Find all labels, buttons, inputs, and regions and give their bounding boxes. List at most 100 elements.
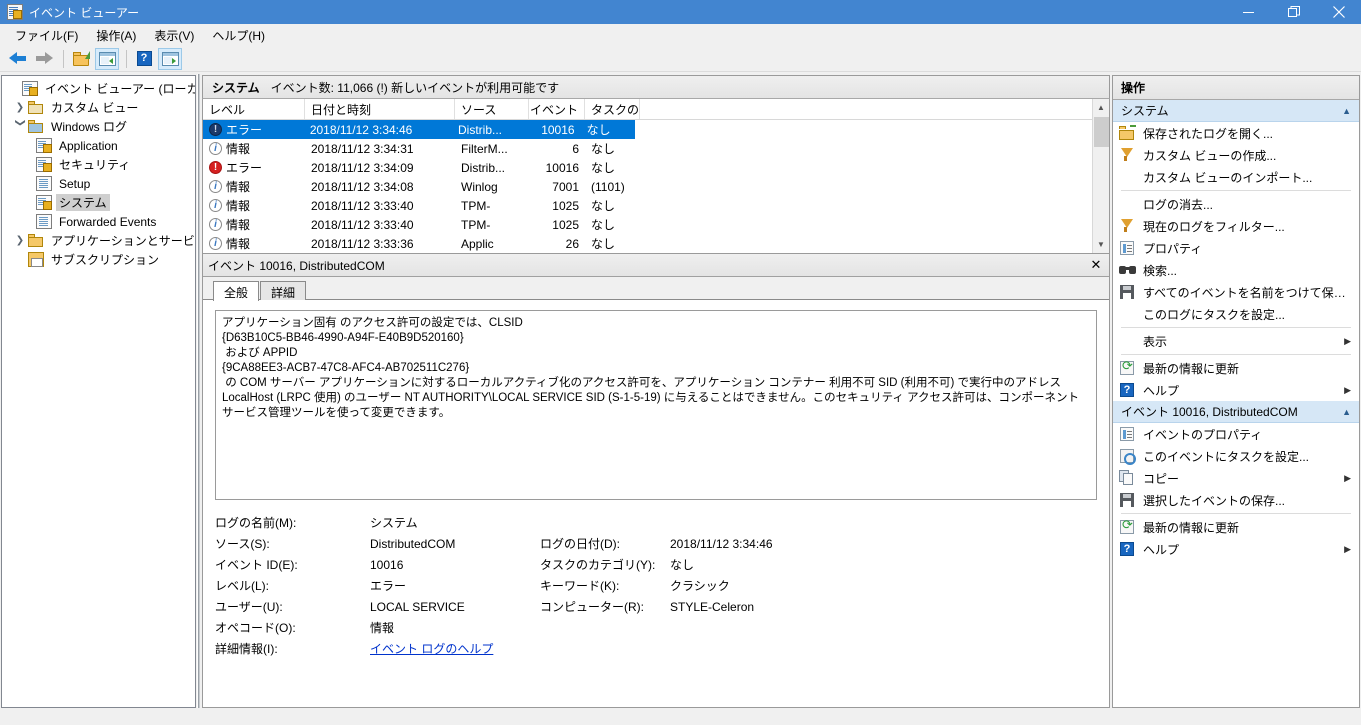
action-refresh-event[interactable]: 最新の情報に更新 xyxy=(1113,516,1359,538)
forward-button[interactable] xyxy=(32,48,56,70)
close-icon[interactable]: ✕ xyxy=(1083,254,1109,276)
action-attach-task-to-log[interactable]: このログにタスクを設定... xyxy=(1113,303,1359,325)
event-log-help-link[interactable]: イベント ログのヘルプ xyxy=(370,640,493,657)
chevron-right-icon[interactable]: ❯ xyxy=(12,235,28,246)
menu-file[interactable]: ファイル(F) xyxy=(6,25,87,46)
field-label-logged: ログの日付(D): xyxy=(540,537,620,551)
close-button[interactable] xyxy=(1316,0,1361,24)
cell-source: Distrib... xyxy=(461,160,506,175)
menu-help[interactable]: ヘルプ(H) xyxy=(203,25,274,46)
action-label: 選択したイベントの保存... xyxy=(1143,493,1286,508)
scroll-up-icon[interactable]: ▲ xyxy=(1093,99,1110,116)
action-import-custom-view[interactable]: カスタム ビューのインポート... xyxy=(1113,166,1359,188)
action-properties[interactable]: プロパティ xyxy=(1113,237,1359,259)
tree-item-security[interactable]: セキュリティ xyxy=(2,155,195,174)
tree-item-forwarded-events[interactable]: Forwarded Events xyxy=(2,212,195,231)
chevron-up-icon[interactable]: ▲ xyxy=(1342,106,1351,116)
tab-general[interactable]: 全般 xyxy=(213,281,260,301)
tree-item-subscriptions[interactable]: サブスクリプション xyxy=(2,250,195,269)
action-create-custom-view[interactable]: カスタム ビューの作成... xyxy=(1113,144,1359,166)
cell-level: 情報 xyxy=(226,218,251,232)
action-label: イベントのプロパティ xyxy=(1143,427,1263,442)
table-row[interactable]: ! エラー 2018/11/12 3:34:46 Distrib... 1001… xyxy=(203,120,635,139)
table-row[interactable]: i 情報 2018/11/12 3:33:36 Applic 26 なし xyxy=(203,234,1092,253)
action-event-properties[interactable]: イベントのプロパティ xyxy=(1113,423,1359,445)
table-row[interactable]: i 情報 2018/11/12 3:33:40 TPM- 1025 なし xyxy=(203,215,1092,234)
menu-view[interactable]: 表示(V) xyxy=(145,25,203,46)
field-label-source: ソース(S): xyxy=(215,537,270,551)
event-description-box[interactable]: アプリケーション固有 のアクセス許可の設定では、CLSID {D63B10C5-… xyxy=(215,310,1097,500)
tab-details[interactable]: 詳細 xyxy=(260,281,307,300)
action-copy[interactable]: コピー ▶ xyxy=(1113,467,1359,489)
cell-datetime: 2018/11/12 3:33:36 xyxy=(311,236,414,251)
table-row[interactable]: i 情報 2018/11/12 3:34:08 Winlog 7001 (110… xyxy=(203,177,1092,196)
action-label: 検索... xyxy=(1143,263,1178,278)
no-icon xyxy=(1119,306,1136,322)
console-tree[interactable]: イベント ビューアー (ローカル) ❯ カスタム ビュー ❯ Windows ロ… xyxy=(1,75,196,708)
chevron-right-icon: ▶ xyxy=(1344,384,1351,395)
menu-action[interactable]: 操作(A) xyxy=(87,25,145,46)
action-save-selected-events[interactable]: 選択したイベントの保存... xyxy=(1113,489,1359,511)
refresh-icon xyxy=(1119,518,1136,535)
tree-item-custom-views[interactable]: ❯ カスタム ビュー xyxy=(2,98,195,117)
back-button[interactable] xyxy=(6,48,30,70)
tree-item-label: Application xyxy=(59,138,118,153)
action-label: このログにタスクを設定... xyxy=(1143,307,1286,322)
action-attach-task-to-event[interactable]: このイベントにタスクを設定... xyxy=(1113,445,1359,467)
tree-item-system[interactable]: システム xyxy=(2,193,195,212)
table-row[interactable]: i 情報 2018/11/12 3:33:40 TPM- 1025 なし xyxy=(203,196,1092,215)
show-hide-action-pane-button[interactable] xyxy=(158,47,182,70)
action-help-event[interactable]: ? ヘルプ ▶ xyxy=(1113,538,1359,560)
chevron-down-icon[interactable]: ❯ xyxy=(15,119,26,135)
chevron-right-icon[interactable]: ❯ xyxy=(12,102,28,113)
help-button[interactable]: ? xyxy=(132,48,156,70)
cell-source: FilterM... xyxy=(461,141,508,156)
tree-item-setup[interactable]: Setup xyxy=(2,174,195,193)
column-header-task-category[interactable]: タスクの... xyxy=(585,99,640,119)
maximize-button[interactable] xyxy=(1271,0,1316,24)
tree-item-application[interactable]: Application xyxy=(2,136,195,155)
action-save-all-events-as[interactable]: すべてのイベントを名前をつけて保存... xyxy=(1113,281,1359,303)
scroll-down-icon[interactable]: ▼ xyxy=(1093,236,1110,253)
chevron-up-icon[interactable]: ▲ xyxy=(1342,407,1351,417)
actions-group-event-header[interactable]: イベント 10016, DistributedCOM ▲ xyxy=(1113,401,1359,423)
scrollbar-thumb[interactable] xyxy=(1093,117,1109,147)
column-header-datetime[interactable]: 日付と時刻 xyxy=(305,99,455,119)
action-refresh[interactable]: 最新の情報に更新 xyxy=(1113,357,1359,379)
column-header-event-id[interactable]: イベント xyxy=(529,99,585,119)
action-label: 表示 xyxy=(1143,334,1168,349)
tree-item-event-viewer-local[interactable]: イベント ビューアー (ローカル) xyxy=(2,79,195,98)
cell-datetime: 2018/11/12 3:33:40 xyxy=(311,198,414,213)
log-icon xyxy=(36,138,52,153)
table-row[interactable]: i 情報 2018/11/12 3:34:31 FilterM... 6 なし xyxy=(203,139,1092,158)
cell-task: なし xyxy=(591,218,616,232)
actions-group-system-header[interactable]: システム ▲ xyxy=(1113,100,1359,122)
actions-separator xyxy=(1121,190,1351,191)
action-open-saved-log[interactable]: 保存されたログを開く... xyxy=(1113,122,1359,144)
action-help[interactable]: ? ヘルプ ▶ xyxy=(1113,379,1359,401)
cell-event-id: 1025 xyxy=(552,198,579,213)
event-detail-body: アプリケーション固有 のアクセス許可の設定では、CLSID {D63B10C5-… xyxy=(203,300,1109,707)
action-pane-icon xyxy=(161,51,179,66)
action-filter-current-log[interactable]: 現在のログをフィルター... xyxy=(1113,215,1359,237)
action-clear-log[interactable]: ログの消去... xyxy=(1113,193,1359,215)
table-row[interactable]: ! エラー 2018/11/12 3:34:09 Distrib... 1001… xyxy=(203,158,1092,177)
event-list[interactable]: レベル 日付と時刻 ソース イベント タスクの... ! エラー 2018/11… xyxy=(202,99,1110,254)
cell-datetime: 2018/11/12 3:34:31 xyxy=(311,141,414,156)
column-header-source[interactable]: ソース xyxy=(455,99,529,119)
tree-item-windows-logs[interactable]: ❯ Windows ログ xyxy=(2,117,195,136)
minimize-button[interactable] xyxy=(1226,0,1271,24)
action-view[interactable]: 表示 ▶ xyxy=(1113,330,1359,352)
cell-level: 情報 xyxy=(226,180,251,194)
field-value-keywords: クラシック xyxy=(670,579,730,593)
up-one-level-button[interactable] xyxy=(69,48,93,70)
show-hide-console-tree-button[interactable] xyxy=(95,47,119,70)
event-list-scrollbar[interactable]: ▲ ▼ xyxy=(1092,99,1109,253)
task-icon xyxy=(1119,448,1136,465)
column-header-level[interactable]: レベル xyxy=(203,99,305,119)
field-label-log-name: ログの名前(M): xyxy=(215,516,297,530)
action-find[interactable]: 検索... xyxy=(1113,259,1359,281)
cell-event-id: 6 xyxy=(572,141,579,156)
binoculars-icon xyxy=(1119,262,1136,278)
tree-item-applications-and-services-logs[interactable]: ❯ アプリケーションとサービス ログ xyxy=(2,231,195,250)
